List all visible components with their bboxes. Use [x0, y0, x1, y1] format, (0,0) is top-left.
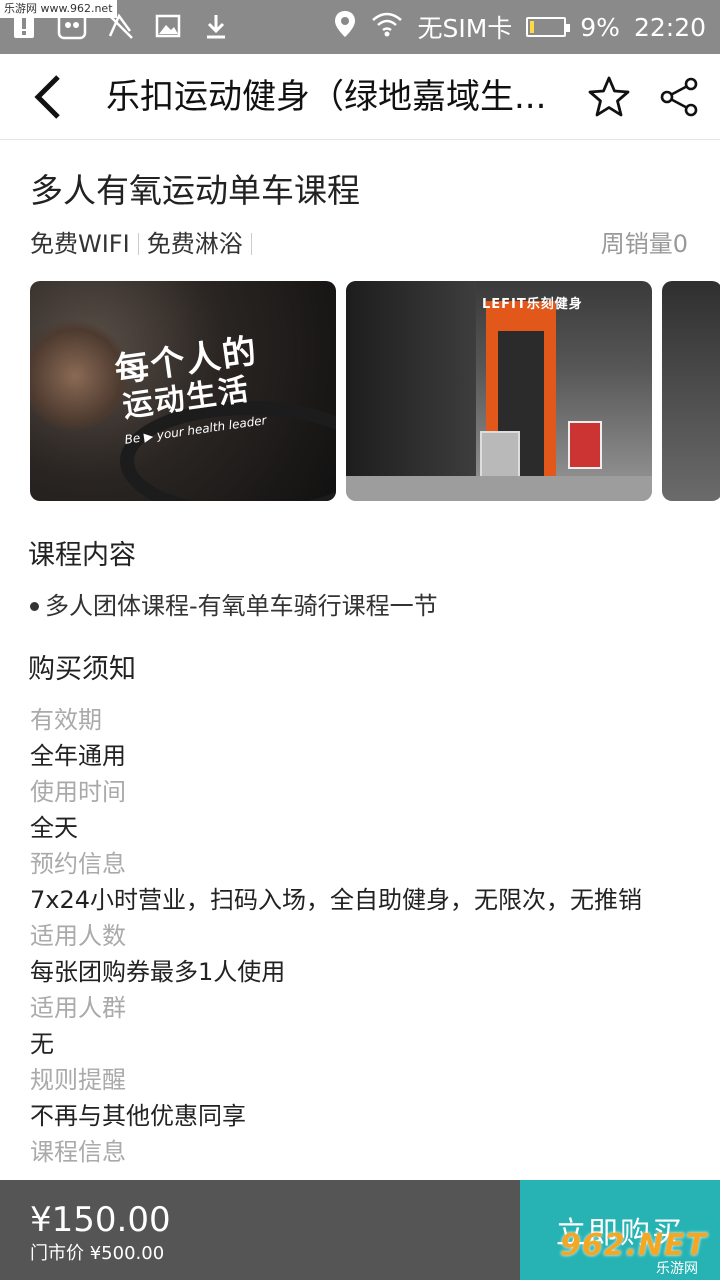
watermark-logo: 962.NET 乐游网 — [560, 1218, 720, 1280]
feature-wifi: 免费WIFI — [30, 230, 130, 258]
product-title: 多人有氧运动单车课程 — [30, 171, 360, 210]
purchase-notice-list: 有效期 全年通用 使用时间 全天 预约信息 7x24小时营业，扫码入场，全自助健… — [30, 702, 710, 1170]
original-price: 门市价 ¥500.00 — [30, 1243, 165, 1264]
notice-label: 预约信息 — [30, 850, 126, 878]
divider — [137, 233, 139, 255]
watermark-text: 乐游网 www.962.net — [0, 0, 117, 18]
carrier-text: 无SIM卡 — [417, 14, 513, 43]
gallery-photo[interactable]: 每个人的 运动生活 Be ▶ your health leader — [30, 281, 336, 501]
notice-value: 无 — [30, 1030, 54, 1058]
share-icon — [660, 77, 698, 117]
notice-value: 全天 — [30, 814, 78, 842]
store-sign: LEFIT乐刻健身 — [482, 297, 583, 312]
photo-gallery[interactable]: 每个人的 运动生活 Be ▶ your health leader LEFIT乐… — [30, 281, 720, 501]
page-title: 乐扣运动健身（绿地嘉域生... — [106, 77, 547, 117]
battery-icon — [526, 17, 571, 37]
feature-shower: 免费淋浴 — [146, 230, 243, 258]
star-icon — [588, 76, 630, 117]
watermark-sub: 乐游网 — [656, 1261, 698, 1277]
purchase-notice-title: 购买须知 — [28, 654, 136, 685]
notice-value: 不再与其他优惠同享 — [30, 1102, 246, 1130]
bullet-icon — [30, 601, 39, 611]
course-content-item: 多人团体课程-有氧单车骑行课程一节 — [30, 588, 438, 624]
battery-percent: 9% — [580, 12, 620, 42]
status-bar: 乐游网 www.962.net 无SIM卡 9% 22:20 — [0, 0, 720, 54]
gallery-photo[interactable] — [662, 281, 720, 501]
status-indicators: 无SIM卡 9% 22:20 — [333, 0, 706, 54]
course-content-title: 课程内容 — [28, 540, 136, 571]
notice-label: 规则提醒 — [30, 1066, 126, 1094]
notice-label: 适用人数 — [30, 922, 126, 950]
notice-value: 每张团购券最多1人使用 — [30, 958, 286, 986]
notice-value: 7x24小时营业，扫码入场，全自助健身，无限次，无推销 — [30, 886, 643, 914]
feature-tags: 免费WIFI 免费淋浴 — [30, 226, 260, 262]
notice-label: 有效期 — [30, 706, 102, 734]
notice-value: 全年通用 — [30, 742, 126, 770]
notice-label: 使用时间 — [30, 778, 126, 806]
weekly-sales-label: 周销量 — [600, 230, 673, 258]
gallery-photo[interactable]: LEFIT乐刻健身 — [346, 281, 652, 501]
notice-label: 课程信息 — [30, 1138, 126, 1166]
favorite-button[interactable] — [584, 72, 634, 122]
share-button[interactable] — [654, 72, 704, 122]
image-icon — [152, 10, 184, 42]
weekly-sales: 周销量 0 — [601, 226, 688, 262]
download-icon — [200, 10, 232, 42]
chevron-left-icon — [34, 75, 60, 119]
divider — [250, 233, 252, 255]
clock: 22:20 — [633, 12, 706, 42]
location-icon — [333, 9, 357, 45]
weekly-sales-count: 0 — [672, 230, 688, 258]
price: ¥150.00 — [30, 1200, 171, 1240]
wifi-icon — [371, 10, 403, 44]
course-content-text: 多人团体课程-有氧单车骑行课程一节 — [45, 592, 438, 620]
app-bar: 乐扣运动健身（绿地嘉域生... — [0, 54, 720, 140]
notice-label: 适用人群 — [30, 994, 126, 1022]
back-button[interactable] — [22, 72, 72, 122]
price-area: ¥150.00 门市价 ¥500.00 — [0, 1180, 520, 1280]
